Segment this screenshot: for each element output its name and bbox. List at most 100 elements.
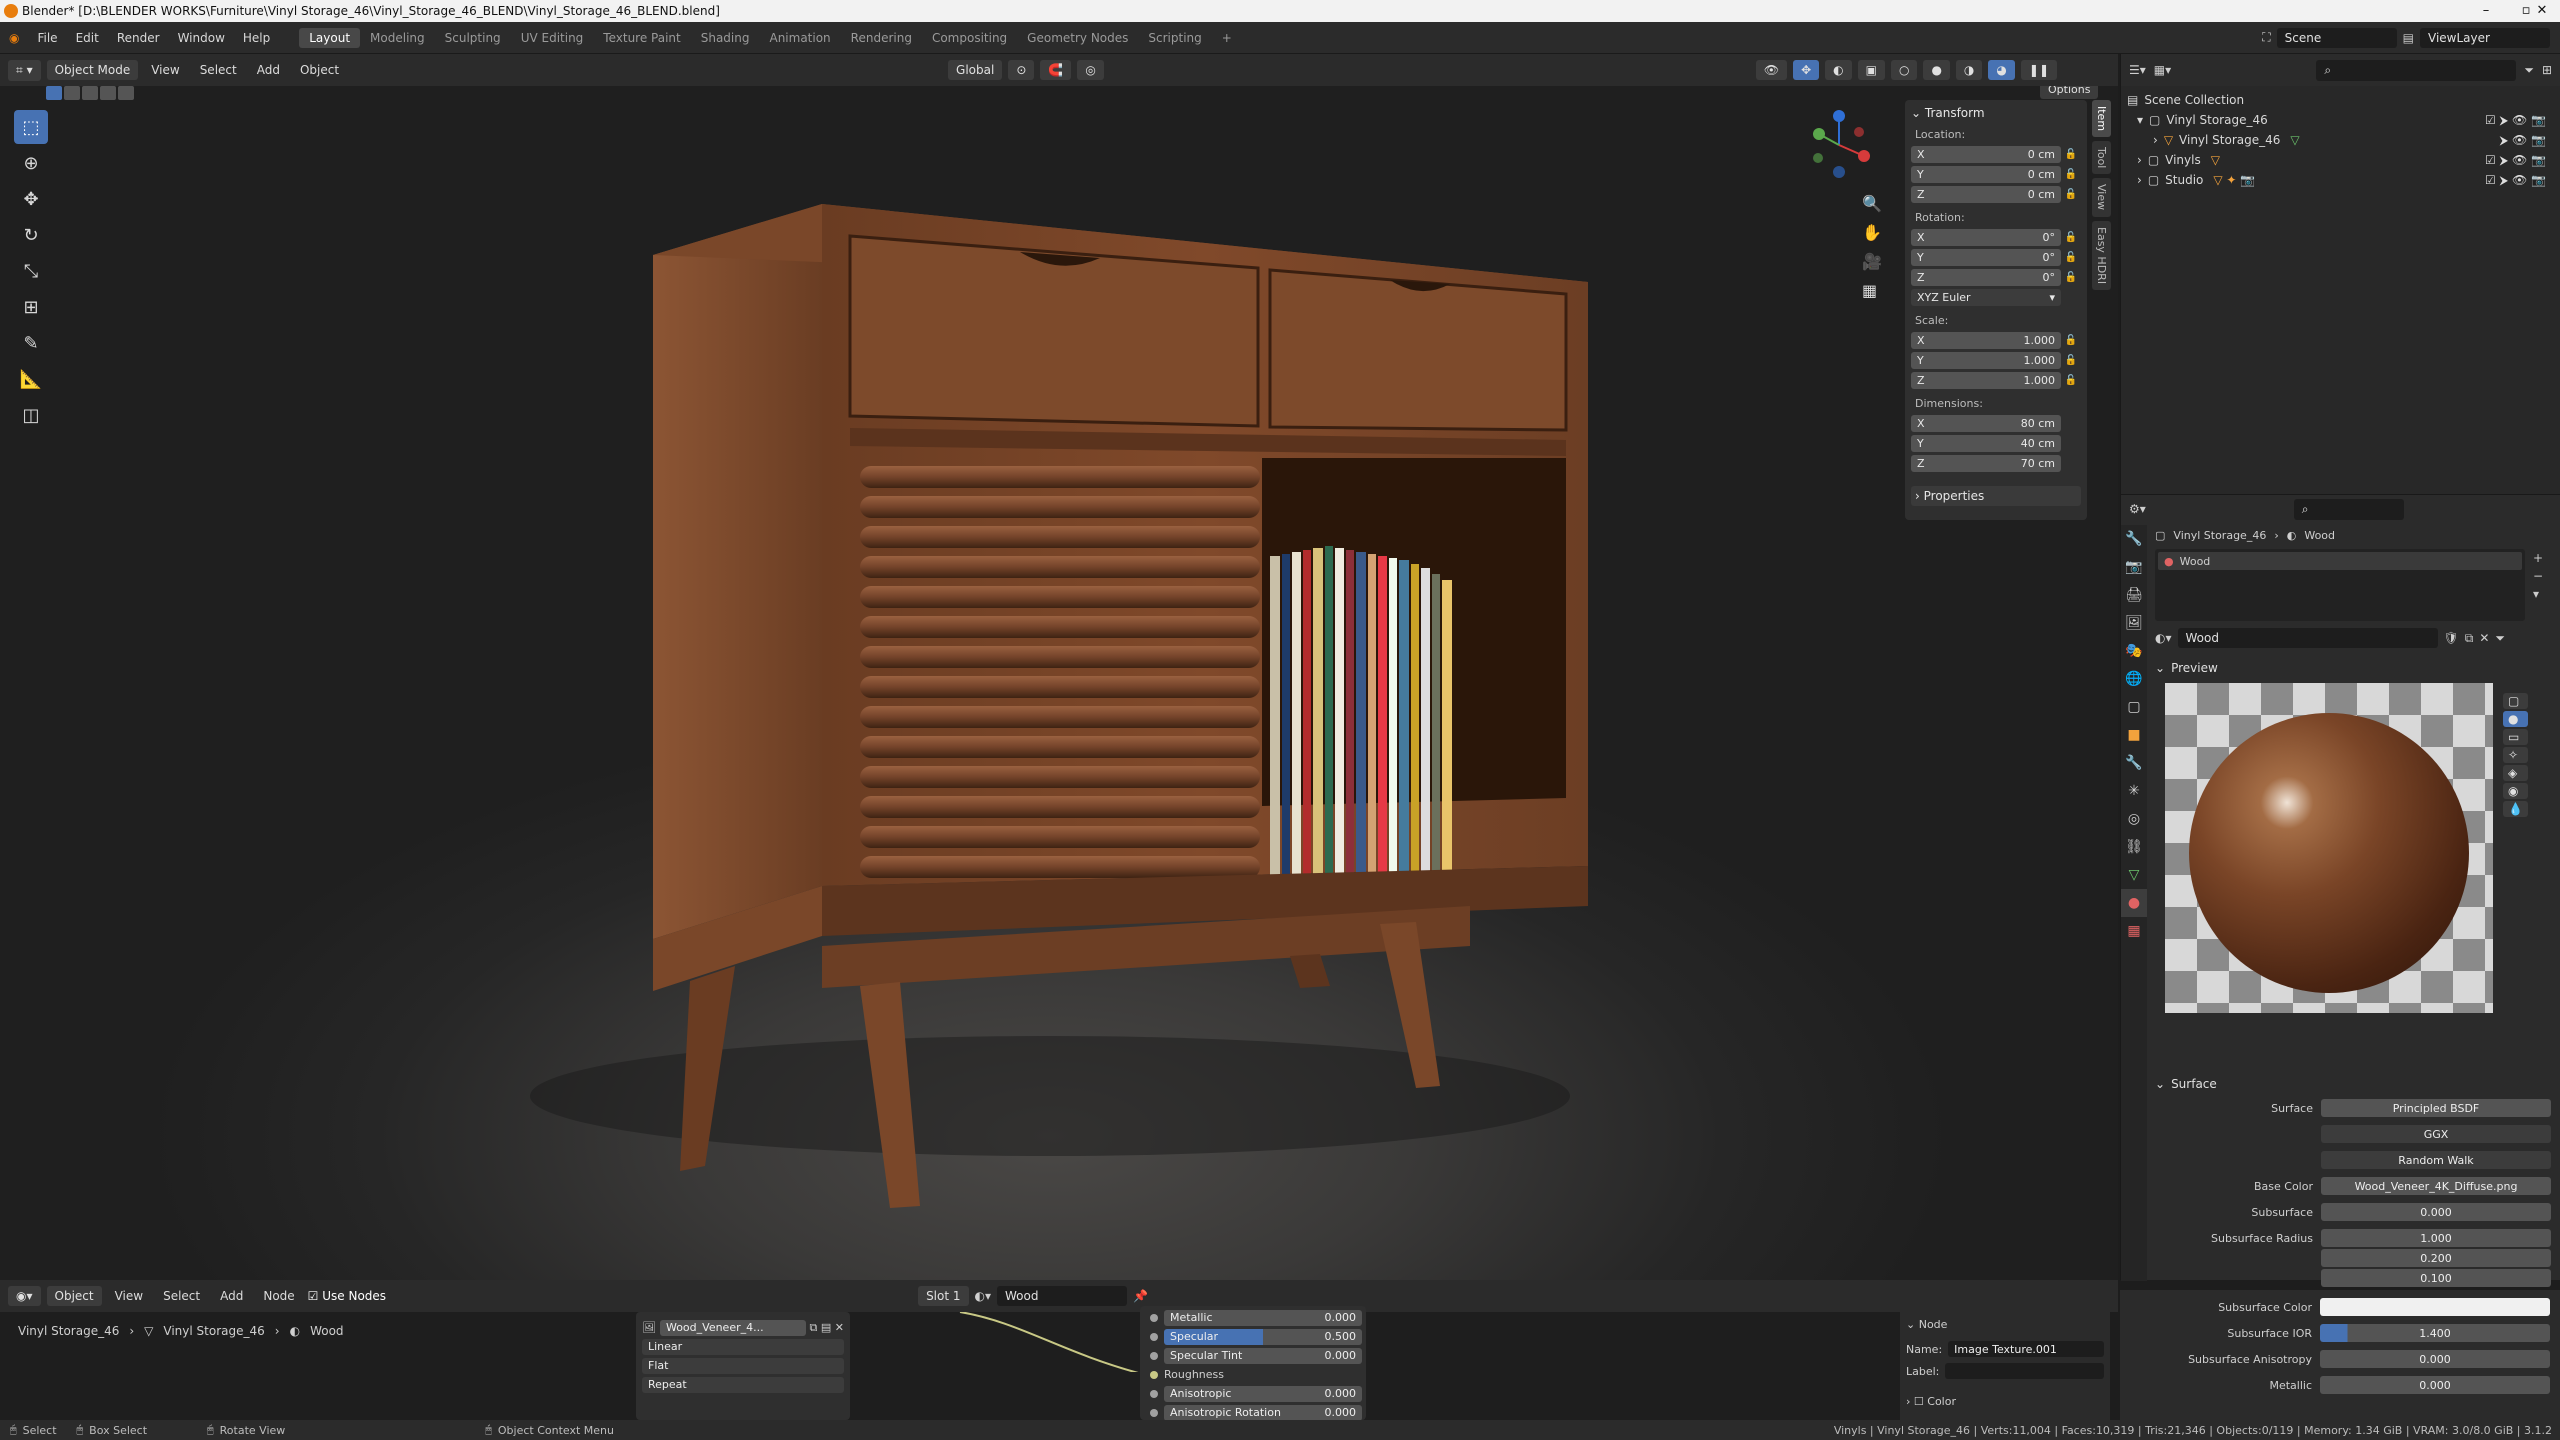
dimensions-y-field[interactable]: Y 40 cm	[1911, 434, 2061, 452]
shading-solid-icon[interactable]: ●	[1923, 60, 1950, 80]
image-actions-icon[interactable]: ⧉ ▤ ✕	[810, 1321, 844, 1335]
tab-item[interactable]: Item	[2092, 100, 2111, 138]
scale-x-field[interactable]: X 1.000	[1911, 331, 2061, 349]
move-tool-icon[interactable]: ✥	[14, 182, 48, 216]
material-name-field[interactable]: Wood	[2177, 628, 2438, 648]
unlink-icon[interactable]: ✕	[2479, 631, 2489, 645]
menu-file[interactable]: File	[28, 31, 66, 45]
outliner-search[interactable]: ⌕	[2316, 59, 2517, 81]
slot-list-buttons[interactable]: + − ▾	[2533, 549, 2543, 603]
node-label-field[interactable]	[1945, 1363, 2104, 1379]
subsurface-radius-x[interactable]: 1.000	[2321, 1229, 2551, 1247]
visibility-toggles[interactable]: ⮞ 👁 📷	[2500, 133, 2546, 148]
tab-geometry-nodes[interactable]: Geometry Nodes	[1017, 28, 1138, 48]
tab-easy-hdri[interactable]: Easy HDRI	[2092, 220, 2111, 290]
subsurface-anisotropy-field[interactable]: 0.000	[2320, 1350, 2550, 1368]
tab-animation[interactable]: Animation	[759, 28, 840, 48]
lock-icon[interactable]: 🔓	[2061, 149, 2081, 160]
data-tab-icon[interactable]: ▽	[2121, 861, 2147, 889]
rotate-tool-icon[interactable]: ↻	[14, 218, 48, 252]
select-box-tool-icon[interactable]: ⬚	[14, 110, 48, 144]
node-name-field[interactable]: Image Texture.001	[1948, 1341, 2104, 1357]
tool-tab-icon[interactable]: 🔧	[2121, 525, 2147, 553]
preview-shape-buttons[interactable]: ▢ ● ▭ ✧ ◈ ◉ 💧	[2503, 693, 2528, 817]
lock-icon[interactable]: 🔓	[2061, 232, 2081, 243]
camera-view-icon[interactable]: 🎥	[1862, 252, 1882, 271]
outliner-item[interactable]: › ▢ Studio ▽ ✦ 📷 ☑ ⮞ 👁 📷	[2127, 170, 2554, 190]
menu-render[interactable]: Render	[108, 31, 169, 45]
subsurface-method-dropdown[interactable]: Random Walk	[2321, 1151, 2551, 1169]
bsdf-specular-tint-field[interactable]: Specular Tint 0.000	[1164, 1347, 1362, 1364]
principled-bsdf-node[interactable]: Metallic 0.000 Specular 0.500 Specular Tin…	[1140, 1306, 1366, 1421]
vp-menu-add[interactable]: Add	[250, 63, 287, 77]
preview-section-header[interactable]: ⌄ Preview	[2155, 657, 2218, 679]
image-texture-node[interactable]: 🖼 Wood_Veneer_4... ⧉ ▤ ✕ Linear Flat Rep…	[636, 1312, 850, 1420]
outliner-item[interactable]: ▾ ▢ Vinyl Storage_46 ☑ ⮞ 👁 📷	[2127, 110, 2554, 130]
scale-z-field[interactable]: Z 1.000	[1911, 371, 2061, 389]
menu-help[interactable]: Help	[234, 31, 279, 45]
transform-header[interactable]: ⌄ Transform	[1911, 106, 2081, 120]
lock-icon[interactable]: 🔓	[2061, 252, 2081, 263]
tab-modeling[interactable]: Modeling	[360, 28, 435, 48]
close-icon[interactable]: ✕	[2522, 0, 2560, 22]
bsdf-specular-field[interactable]: Specular 0.500	[1164, 1328, 1362, 1345]
bsdf-metallic-field[interactable]: Metallic 0.000	[1164, 1309, 1362, 1326]
lock-icon[interactable]: 🔓	[2061, 355, 2081, 366]
vp-menu-object[interactable]: Object	[293, 63, 346, 77]
extension-dropdown[interactable]: Repeat	[642, 1376, 844, 1393]
pivot-icon[interactable]: ⊙	[1008, 60, 1035, 80]
node-menu-node[interactable]: Node	[256, 1289, 301, 1303]
metallic-field[interactable]: 0.000	[2320, 1376, 2550, 1394]
scale-y-field[interactable]: Y 1.000	[1911, 351, 2061, 369]
visibility-icon[interactable]: 👁	[1755, 60, 1788, 80]
tab-view[interactable]: View	[2092, 178, 2111, 217]
outliner-item[interactable]: › ▢ Vinyls ▽ ☑ ⮞ 👁 📷	[2127, 150, 2554, 170]
minimize-icon[interactable]: –	[2466, 0, 2506, 22]
tab-texture-paint[interactable]: Texture Paint	[593, 28, 690, 48]
subsurface-ior-field[interactable]: 1.400	[2320, 1324, 2550, 1342]
constraints-tab-icon[interactable]: ⛓	[2121, 833, 2147, 861]
surface-section-header[interactable]: ⌄ Surface	[2155, 1073, 2217, 1095]
subsurface-radius-z[interactable]: 0.100	[2321, 1269, 2551, 1287]
snap-icon[interactable]: 🧲	[1040, 60, 1072, 80]
browse-material-icon[interactable]: ◐▾	[2155, 631, 2172, 645]
lock-icon[interactable]: 🔓	[2061, 335, 2081, 346]
proportional-icon[interactable]: ◎	[1077, 60, 1104, 80]
properties-search[interactable]: ⌕	[2293, 498, 2404, 520]
visibility-toggles[interactable]: ☑ ⮞ 👁 📷	[2485, 153, 2546, 168]
pause-render-icon[interactable]: ❚❚	[2020, 60, 2057, 80]
modifier-tab-icon[interactable]: 🔧	[2121, 749, 2147, 777]
rotation-x-field[interactable]: X 0°	[1911, 228, 2061, 246]
world-tab-icon[interactable]: 🌐	[2121, 665, 2147, 693]
rotation-mode-dropdown[interactable]: XYZ Euler ▾	[1911, 288, 2061, 306]
mode-dropdown[interactable]: Object Mode	[46, 60, 139, 80]
node-editor-type-icon[interactable]: ◉▾	[8, 1286, 41, 1306]
dimensions-x-field[interactable]: X 80 cm	[1911, 414, 2061, 432]
add-workspace-icon[interactable]: +	[1212, 28, 1242, 48]
pin-icon[interactable]: 📌	[1133, 1289, 1148, 1303]
filter-icon[interactable]: ⏷	[2524, 63, 2534, 78]
tab-sculpting[interactable]: Sculpting	[435, 28, 511, 48]
blender-menu-icon[interactable]: ◉	[0, 31, 28, 45]
output-tab-icon[interactable]: 🖨	[2121, 581, 2147, 609]
object-tab-icon[interactable]: ■	[2121, 721, 2147, 749]
measure-tool-icon[interactable]: 📐	[14, 362, 48, 396]
lock-icon[interactable]: 🔓	[2061, 272, 2081, 283]
duplicate-icon[interactable]: ⧉	[2465, 631, 2474, 646]
grid-ortho-icon[interactable]: ▦	[1862, 281, 1882, 300]
subsurface-color-swatch[interactable]	[2320, 1298, 2550, 1316]
outliner-item[interactable]: › ▽ Vinyl Storage_46 ▽ ⮞ 👁 📷	[2127, 130, 2554, 150]
image-name-field[interactable]: Wood_Veneer_4...	[659, 1319, 806, 1336]
material-browse-icon[interactable]: ◐▾	[975, 1289, 992, 1303]
node-editor-canvas[interactable]: Vinyl Storage_46 › ▽ Vinyl Storage_46 › ◐ Wo…	[0, 1306, 2110, 1421]
node-object-dropdown[interactable]: Object	[46, 1286, 102, 1306]
texture-tab-icon[interactable]: ▦	[2121, 917, 2147, 945]
properties-subpanel-header[interactable]: › Properties	[1911, 486, 2081, 506]
tab-layout[interactable]: Layout	[299, 27, 361, 48]
base-color-texture-field[interactable]: Wood_Veneer_4K_Diffuse.png	[2321, 1177, 2551, 1195]
tab-scripting[interactable]: Scripting	[1138, 28, 1211, 48]
vp-menu-select[interactable]: Select	[193, 63, 244, 77]
fake-user-icon[interactable]: 🛡	[2444, 631, 2459, 645]
xray-icon[interactable]: ▣	[1857, 60, 1885, 80]
rotation-y-field[interactable]: Y 0°	[1911, 248, 2061, 266]
